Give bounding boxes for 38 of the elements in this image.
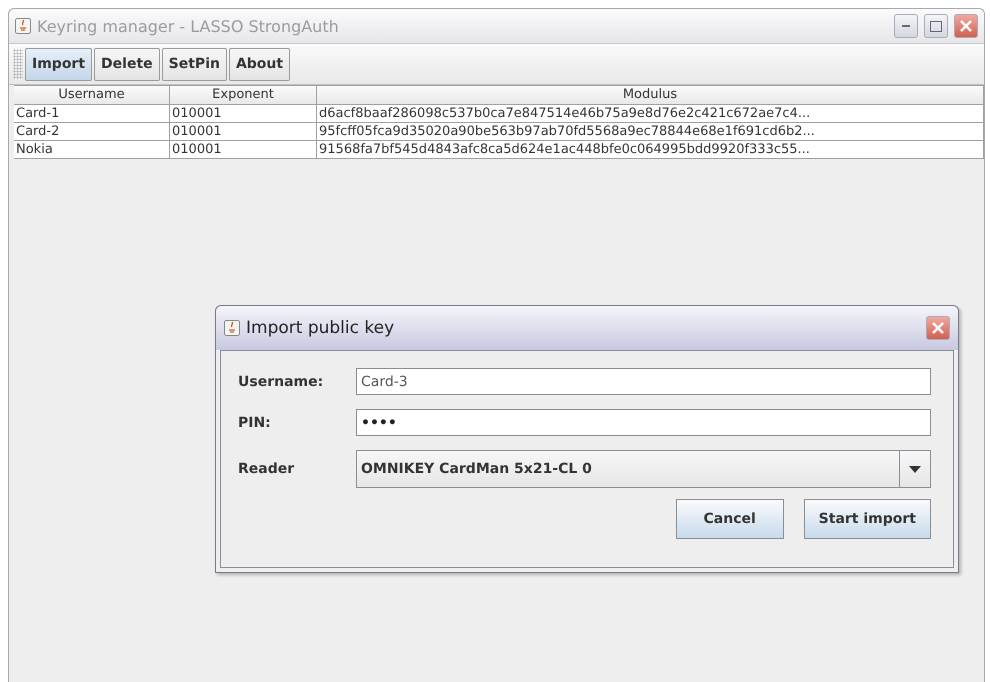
table-cell: d6acf8baaf286098c537b0ca7e847514e46b75a9e8d76e2c421c672ae7c4... xyxy=(317,105,984,123)
field-label: PIN: xyxy=(238,414,272,430)
username-field[interactable]: Card-3 xyxy=(356,368,931,395)
field-label: Username: xyxy=(238,374,324,390)
cancel-button[interactable]: Cancel xyxy=(676,499,784,539)
toolbar-button[interactable]: About xyxy=(228,48,290,80)
table-cell: Card-2 xyxy=(14,123,170,141)
close-button[interactable] xyxy=(954,14,978,38)
close-icon xyxy=(931,321,945,335)
toolbar-grip[interactable] xyxy=(13,49,23,79)
toolbar-button[interactable]: Import xyxy=(25,48,92,80)
dialog-title: Import public key xyxy=(246,318,396,338)
close-button[interactable] xyxy=(926,316,950,340)
window-title: Keyring manager - LASSO StrongAuth xyxy=(37,16,340,36)
start-import-button[interactable]: Start import xyxy=(804,499,931,539)
minimize-button[interactable] xyxy=(894,14,918,38)
column-header[interactable]: Exponent xyxy=(170,85,317,105)
app-icon xyxy=(224,320,240,336)
maximize-button[interactable] xyxy=(924,14,948,38)
table-cell: Card-1 xyxy=(14,105,170,123)
toolbar-button[interactable]: SetPin xyxy=(162,48,227,80)
app-icon xyxy=(15,18,31,34)
table-cell: 010001 xyxy=(170,105,317,123)
column-header[interactable]: Username xyxy=(14,85,170,105)
minimize-icon xyxy=(902,24,910,28)
pin-field[interactable]: •••• xyxy=(356,409,931,436)
toolbar-button[interactable]: Delete xyxy=(94,48,160,80)
table-cell: Nokia xyxy=(14,141,170,159)
close-icon xyxy=(959,19,973,33)
table-cell: 010001 xyxy=(170,141,317,159)
caret-icon xyxy=(909,466,921,472)
maximize-icon xyxy=(930,20,942,32)
table-cell: 010001 xyxy=(170,123,317,141)
table-cell: 95fcff05fca9d35020a90be563b97ab70fd5568a9ec78844e68e1f691cd6b2... xyxy=(317,123,984,141)
column-header[interactable]: Modulus xyxy=(317,85,984,105)
reader-dropdown[interactable]: OMNIKEY CardMan 5x21-CL 0 xyxy=(356,450,931,488)
field-label: Reader xyxy=(238,461,296,477)
table-cell: 91568fa7bf545d4843afc8ca5d624e1ac448bfe0c064995bdd9920f333c55... xyxy=(317,141,984,159)
